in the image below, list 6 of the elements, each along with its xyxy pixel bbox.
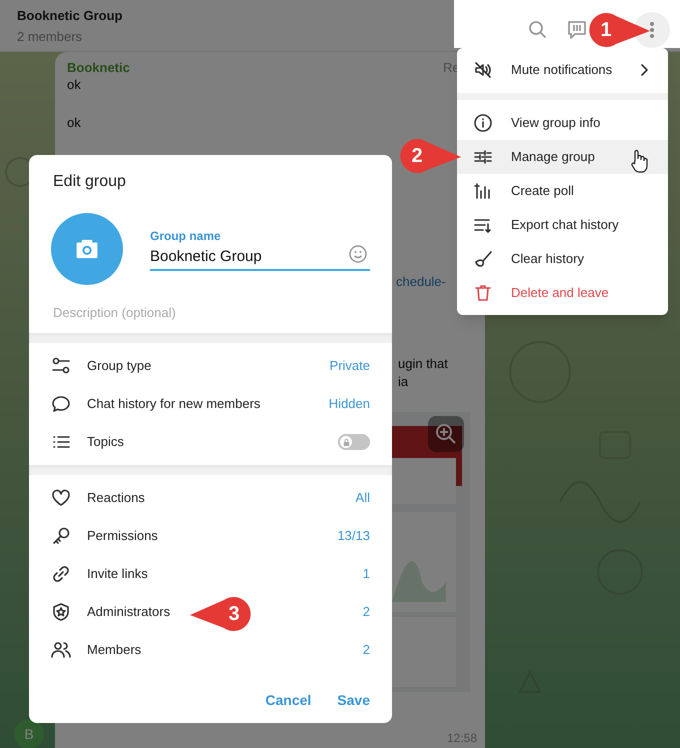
speech-bubble-icon[interactable] [566, 19, 588, 41]
more-icon [649, 21, 655, 39]
member-count: 2 members [17, 28, 82, 46]
search-icon[interactable] [528, 20, 548, 40]
callout-badge: 1 [588, 12, 652, 48]
chat-title: Booknetic Group [17, 7, 122, 25]
